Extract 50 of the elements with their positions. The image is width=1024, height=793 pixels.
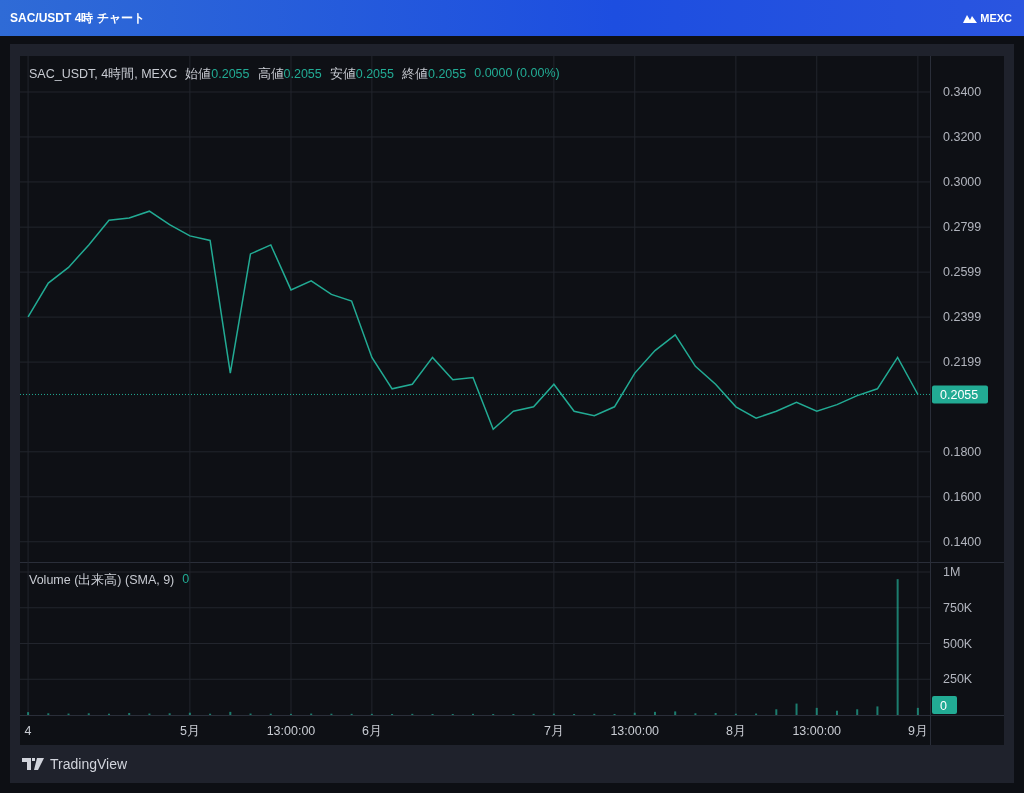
volume-axis-label: 250K <box>943 672 973 687</box>
change-value: 0.0000 (0.00%) <box>474 66 560 82</box>
last-volume-badge: 0 <box>932 696 957 714</box>
price-axis-label: 0.3200 <box>943 129 982 144</box>
ohlc-value: 始値0.2055 <box>185 66 250 83</box>
time-axis-label: 13:00:00 <box>266 724 316 738</box>
price-axis-label: 0.3400 <box>943 85 982 99</box>
ohlc-value: 安値0.2055 <box>329 66 394 83</box>
price-axis-label: 0.1400 <box>943 534 982 549</box>
volume-axis-label: 1M <box>943 565 961 579</box>
price-axis-label: 0.2599 <box>943 265 982 280</box>
volume-axis-label: 750K <box>943 600 973 615</box>
symbol-label: SAC_USDT, 4時間, MEXC <box>29 66 178 83</box>
time-axis-label: 13:00:00 <box>610 724 660 738</box>
volume-bar <box>856 709 859 715</box>
volume-bar <box>795 703 798 715</box>
volume-value: 0 <box>182 572 190 588</box>
last-price-badge: 0.2055 <box>932 385 988 404</box>
volume-title: Volume (出来高) (SMA, 9) <box>29 572 175 589</box>
time-axis-label: 8月 <box>725 724 746 738</box>
price-axis-label: 0.2199 <box>943 355 982 370</box>
time-axis-label: 9月 <box>907 724 928 738</box>
time-axis-label: 13:00:00 <box>792 724 842 738</box>
window-title: SAC/USDT 4時 チャート <box>10 9 145 27</box>
volume-bar <box>633 712 636 715</box>
brand-name: TradingView <box>50 756 128 772</box>
ohlc-value: 終値0.2055 <box>401 66 467 83</box>
volume-bar <box>229 711 232 715</box>
time-axis-label: 4 <box>24 724 32 738</box>
ohlc-value: 高値0.2055 <box>257 66 322 83</box>
volume-bar <box>27 712 30 715</box>
volume-bar <box>674 711 677 715</box>
price-axis-label: 0.2799 <box>943 220 982 235</box>
volume-axis-label: 500K <box>943 636 973 651</box>
price-axis-label: 0.2399 <box>943 310 982 325</box>
time-axis-label: 6月 <box>361 724 382 738</box>
volume-bar <box>876 706 879 715</box>
ref-line-label: 0.2055 <box>940 387 979 402</box>
tradingview-logo-icon <box>22 758 44 770</box>
volume-bar <box>916 707 919 715</box>
price-axis-label: 0.1600 <box>943 489 982 504</box>
time-axis-label: 5月 <box>179 724 200 738</box>
volume-bar <box>815 707 818 715</box>
volume-bar <box>188 712 191 715</box>
time-axis-label: 7月 <box>543 724 564 738</box>
mountain-logo-icon <box>963 13 978 23</box>
price-axis-label: 0.3000 <box>943 174 982 189</box>
volume-bar <box>775 709 778 715</box>
brand-name: MEXC <box>980 12 1012 24</box>
price-axis-label: 0.1800 <box>943 444 982 459</box>
